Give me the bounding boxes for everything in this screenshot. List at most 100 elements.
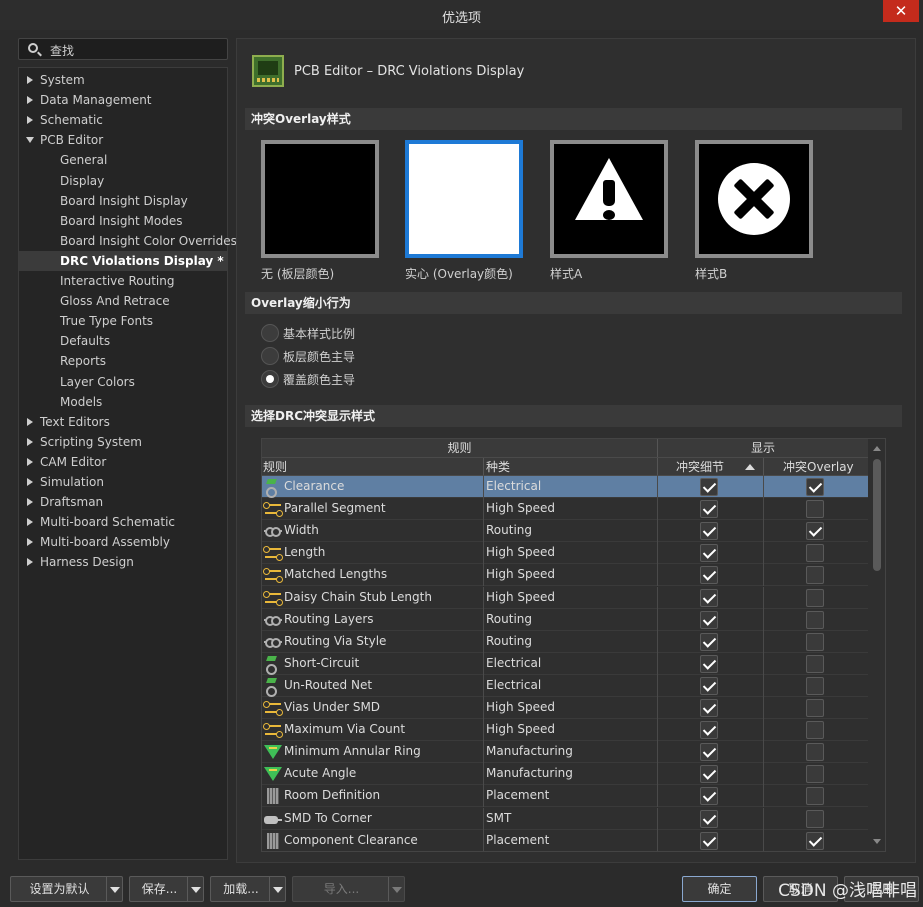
table-row[interactable]: Width Routing (262, 520, 868, 543)
detail-checkbox[interactable] (700, 787, 718, 806)
detail-checkbox[interactable] (700, 500, 718, 519)
tree-item[interactable]: Models (19, 392, 227, 412)
detail-checkbox[interactable] (700, 831, 718, 850)
detail-checkbox[interactable] (700, 566, 718, 585)
tree-item[interactable]: Harness Design (19, 552, 227, 572)
overlay-checkbox[interactable] (806, 566, 824, 585)
overlay-checkbox[interactable] (806, 699, 824, 717)
scroll-thumb[interactable] (873, 459, 881, 571)
table-row[interactable]: Clearance Electrical (262, 476, 868, 498)
chevron-right-icon[interactable] (27, 96, 33, 105)
chevron-down-icon[interactable] (26, 137, 34, 144)
overlay-style-a[interactable] (550, 140, 668, 258)
tree-item[interactable]: Board Insight Display (19, 191, 227, 211)
tree-item[interactable]: Defaults (19, 331, 227, 351)
overlay-checkbox[interactable] (806, 544, 824, 563)
overlay-style-none[interactable] (261, 140, 379, 258)
grid-scrollbar[interactable] (869, 439, 885, 851)
tree-item[interactable]: True Type Fonts (19, 311, 227, 331)
table-row[interactable]: Room Definition Placement (262, 785, 868, 808)
tree-item[interactable]: DRC Violations Display * (19, 250, 227, 271)
tree-item[interactable]: Gloss And Retrace (19, 291, 227, 311)
save-button[interactable]: 保存... (129, 876, 204, 902)
chevron-right-icon[interactable] (27, 478, 33, 486)
tree-item[interactable]: Reports (19, 351, 227, 371)
overlay-checkbox[interactable] (806, 743, 824, 762)
table-row[interactable]: Component Clearance Placement (262, 829, 868, 851)
chevron-right-icon[interactable] (27, 538, 33, 547)
chevron-right-icon[interactable] (27, 437, 33, 446)
tree-item[interactable]: Display (19, 171, 227, 191)
tree-item[interactable]: General (19, 150, 227, 170)
detail-checkbox[interactable] (700, 676, 718, 695)
tree-item[interactable]: Draftsman (19, 492, 227, 512)
tree-item[interactable]: Board Insight Color Overrides (19, 231, 237, 251)
load-button[interactable]: 加载... (210, 876, 286, 902)
scroll-down-icon[interactable] (873, 839, 881, 844)
chevron-down-icon[interactable] (388, 877, 404, 901)
overlay-checkbox[interactable] (806, 500, 824, 519)
overlay-checkbox[interactable] (806, 765, 824, 784)
tree-item[interactable]: PCB Editor (19, 130, 227, 150)
overlay-checkbox[interactable] (806, 809, 824, 828)
search-input[interactable]: 查找 (18, 38, 228, 60)
overlay-checkbox[interactable] (806, 676, 824, 695)
detail-checkbox[interactable] (700, 743, 718, 762)
tree-item[interactable]: Data Management (19, 90, 227, 110)
overlay-checkbox[interactable] (806, 632, 824, 651)
overlay-checkbox[interactable] (806, 588, 824, 607)
ok-button[interactable]: 确定 (682, 876, 757, 902)
chevron-right-icon[interactable] (27, 498, 33, 507)
tree-item[interactable]: Multi-board Schematic (19, 512, 227, 532)
radio-base-scale[interactable] (261, 324, 279, 342)
overlay-checkbox[interactable] (806, 721, 824, 740)
column-header-type[interactable]: 种类 (486, 458, 510, 475)
table-row[interactable]: Acute Angle Manufacturing (262, 763, 868, 786)
chevron-down-icon[interactable] (269, 877, 285, 901)
overlay-checkbox[interactable] (806, 654, 824, 673)
tree-item[interactable]: Simulation (19, 472, 227, 492)
column-header-overlay[interactable]: 冲突Overlay (783, 458, 854, 475)
tree-item[interactable]: Layer Colors (19, 372, 227, 392)
table-row[interactable]: SMD To Corner SMT (262, 807, 868, 830)
radio-layer-color[interactable] (261, 347, 279, 365)
table-row[interactable]: Matched Lengths High Speed (262, 564, 868, 587)
table-row[interactable]: Maximum Via Count High Speed (262, 719, 868, 742)
chevron-right-icon[interactable] (27, 518, 33, 527)
detail-checkbox[interactable] (700, 610, 718, 629)
chevron-down-icon[interactable] (106, 877, 122, 901)
scroll-up-icon[interactable] (873, 446, 881, 451)
detail-checkbox[interactable] (700, 544, 718, 563)
detail-checkbox[interactable] (700, 588, 718, 607)
tree-item[interactable]: Schematic (19, 110, 227, 130)
detail-checkbox[interactable] (700, 654, 718, 673)
chevron-right-icon[interactable] (27, 417, 33, 426)
chevron-right-icon[interactable] (27, 457, 33, 466)
overlay-checkbox[interactable] (806, 610, 824, 629)
tree-item[interactable]: Scripting System (19, 432, 227, 452)
overlay-style-b[interactable] (695, 140, 813, 258)
detail-checkbox[interactable] (700, 721, 718, 740)
overlay-checkbox[interactable] (806, 787, 824, 806)
table-row[interactable]: Short-Circuit Electrical (262, 652, 868, 675)
chevron-right-icon[interactable] (27, 558, 33, 567)
import-button[interactable]: 导入... (292, 876, 405, 902)
table-row[interactable]: Length High Speed (262, 542, 868, 565)
detail-checkbox[interactable] (700, 765, 718, 784)
tree-item[interactable]: Interactive Routing (19, 271, 227, 291)
table-row[interactable]: Un-Routed Net Electrical (262, 674, 868, 697)
tree-item[interactable]: Multi-board Assembly (19, 532, 227, 552)
radio-overlay-color[interactable] (261, 370, 279, 388)
chevron-right-icon[interactable] (27, 116, 33, 125)
tree-item[interactable]: Text Editors (19, 412, 227, 432)
detail-checkbox[interactable] (700, 809, 718, 828)
reset-defaults-button[interactable]: 设置为默认 (10, 876, 123, 902)
detail-checkbox[interactable] (700, 522, 718, 541)
table-row[interactable]: Routing Layers Routing (262, 608, 868, 631)
table-row[interactable]: Vias Under SMD High Speed (262, 697, 868, 719)
tree-item[interactable]: Board Insight Modes (19, 211, 227, 231)
overlay-checkbox[interactable] (806, 522, 824, 541)
chevron-down-icon[interactable] (187, 877, 203, 901)
table-row[interactable]: Daisy Chain Stub Length High Speed (262, 586, 868, 609)
table-row[interactable]: Routing Via Style Routing (262, 630, 868, 653)
